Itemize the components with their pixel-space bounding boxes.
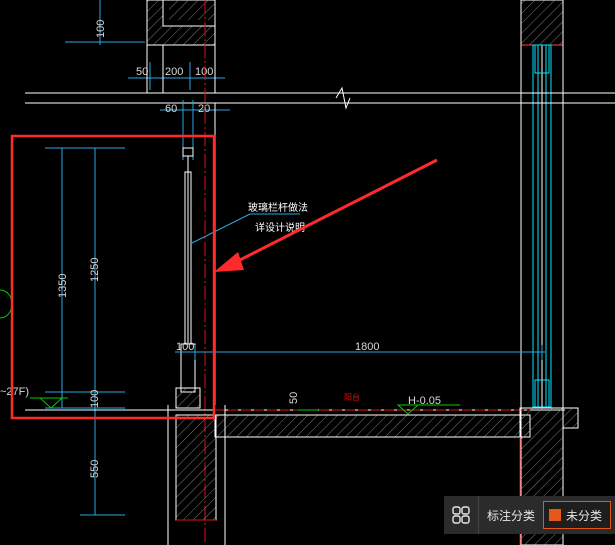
dim-550: 550: [89, 460, 101, 478]
callout-line1: 玻璃栏杆做法: [248, 201, 308, 214]
glass-railing: [175, 147, 201, 409]
break-line: [25, 86, 615, 110]
grid-bubble: [0, 289, 13, 319]
grid-button[interactable]: [444, 496, 479, 534]
category-label[interactable]: 标注分类: [479, 507, 543, 524]
annotation-arrow: [214, 158, 438, 272]
dim-50-floor: 50: [288, 392, 300, 404]
left-dimensions: [45, 147, 125, 516]
dim-100: 100: [195, 66, 213, 78]
level-label: H-0.05: [408, 395, 441, 407]
color-swatch: [548, 509, 561, 521]
cad-drawing: 100 50 200 100 60 20 玻璃栏杆做法 详设计说明 1350 1…: [0, 0, 615, 545]
dim-50: 50: [136, 66, 148, 78]
left-edge-label: ~27F): [0, 386, 29, 398]
annotation-toolbar: 标注分类 未分类: [444, 496, 615, 534]
dim-1350: 1350: [57, 274, 69, 298]
right-column-top: [520, 0, 564, 46]
floor-tag: 阳台: [344, 392, 360, 402]
unclassified-label: 未分类: [565, 508, 602, 523]
dim-1250: 1250: [89, 258, 101, 282]
dim-1800: 1800: [355, 341, 379, 353]
grid-icon: [452, 506, 470, 524]
dim-100-left: 100: [89, 390, 101, 408]
dim-20: 20: [198, 103, 210, 115]
cad-viewport[interactable]: 100 50 200 100 60 20 玻璃栏杆做法 详设计说明 1350 1…: [0, 0, 615, 545]
highlight-box: [10, 134, 216, 420]
dim-100-vertical: 100: [95, 20, 107, 38]
dim-100-floor: 100: [176, 341, 194, 353]
dim-60: 60: [165, 103, 177, 115]
dim-200: 200: [165, 66, 183, 78]
unclassified-button[interactable]: 未分类: [542, 501, 611, 529]
